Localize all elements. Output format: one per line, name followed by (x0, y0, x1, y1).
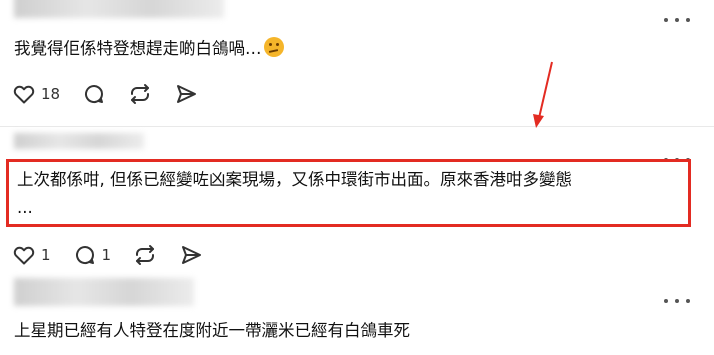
post: 上星期已經有人特登在度附近一帶灑米已經有白鴿車死 (0, 272, 714, 355)
more-icon[interactable] (664, 15, 690, 25)
post-text-line-1: 上次都係咁, 但係已經變咗凶案現場，又係中環街市出面。原來香港咁多變態 (17, 170, 572, 189)
like-count: 18 (41, 85, 61, 103)
reply-button[interactable] (82, 82, 106, 106)
repost-icon (131, 84, 150, 104)
more-icon[interactable] (664, 296, 690, 306)
post-text-content: 我覺得佢係特登想趕走啲白鴿喎… (14, 39, 262, 58)
like-button[interactable]: 1 (12, 243, 51, 267)
reply-button[interactable]: 1 (73, 243, 112, 267)
share-button[interactable] (174, 82, 198, 106)
post-highlighted: 上次都係咁, 但係已經變咗凶案現場，又係中環街市出面。原來香港咁多變態 ... … (0, 126, 714, 272)
comment-icon (85, 85, 104, 103)
repost-icon (136, 245, 155, 265)
highlight-annotation-box: 上次都係咁, 但係已經變咗凶案現場，又係中環街市出面。原來香港咁多變態 ... (6, 159, 691, 227)
share-icon (182, 246, 202, 264)
heart-icon (13, 85, 35, 104)
post-text: 我覺得佢係特登想趕走啲白鴿喎… (14, 35, 284, 63)
comment-icon (75, 246, 94, 264)
blurred-username (14, 0, 224, 18)
post-text: 上星期已經有人特登在度附近一帶灑米已經有白鴿車死 (14, 321, 410, 340)
post-actions: 1 1 (12, 242, 225, 268)
repost-button[interactable] (133, 243, 157, 267)
share-icon (177, 85, 197, 103)
blurred-username (14, 133, 144, 149)
thread-page: 我覺得佢係特登想趕走啲白鴿喎… 18 上次都係咁, 但係已經變咗凶案現場，又係中… (0, 0, 714, 355)
repost-button[interactable] (128, 82, 152, 106)
post-actions: 18 (12, 81, 220, 107)
blurred-username (14, 278, 194, 306)
like-button[interactable]: 18 (12, 82, 60, 106)
post: 我覺得佢係特登想趕走啲白鴿喎… 18 (0, 0, 714, 126)
post-text-line-2: ... (17, 198, 33, 217)
thinking-face-emoji-icon (263, 37, 284, 57)
heart-icon (13, 246, 35, 265)
like-count: 1 (41, 246, 51, 264)
reply-count: 1 (101, 246, 112, 264)
share-button[interactable] (179, 243, 203, 267)
